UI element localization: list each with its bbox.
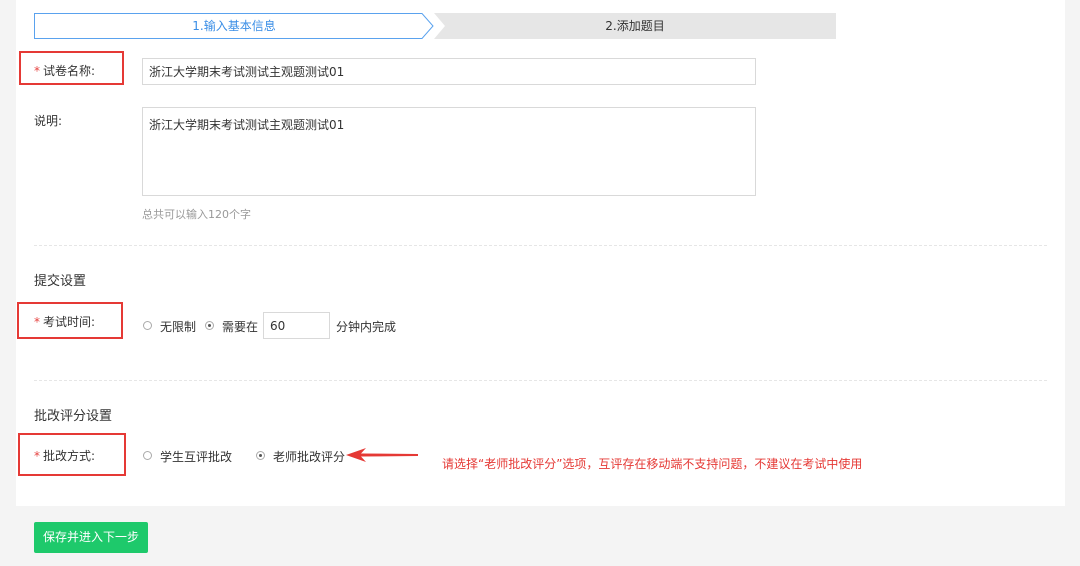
exam-name-label-text: 试卷名称: bbox=[43, 64, 96, 78]
step-add-questions-label: 2.添加题目 bbox=[605, 19, 665, 33]
exam-name-input[interactable] bbox=[142, 58, 756, 85]
teacher-grading-option-label: 老师批改评分 bbox=[273, 450, 346, 464]
description-label: 说明: bbox=[34, 114, 63, 128]
step-add-questions[interactable]: 2.添加题目 bbox=[434, 13, 836, 39]
peer-grading-radio[interactable] bbox=[143, 451, 152, 460]
step-basic-info-label: 1.输入基本信息 bbox=[192, 19, 276, 33]
teacher-grading-radio[interactable] bbox=[256, 451, 265, 460]
divider bbox=[34, 380, 1047, 381]
minutes-input[interactable] bbox=[263, 312, 330, 339]
save-and-next-button[interactable]: 保存并进入下一步 bbox=[34, 522, 148, 553]
exam-time-label-text: 考试时间: bbox=[43, 315, 96, 329]
unlimited-option-label: 无限制 bbox=[160, 320, 197, 334]
required-mark: * bbox=[34, 315, 40, 329]
exam-name-label: * 试卷名称: bbox=[34, 62, 95, 79]
unlimited-radio[interactable] bbox=[143, 321, 152, 330]
description-textarea[interactable]: 浙江大学期末考试测试主观题测试01 bbox=[142, 107, 756, 196]
description-value: 浙江大学期末考试测试主观题测试01 bbox=[149, 118, 345, 132]
divider bbox=[34, 245, 1047, 246]
submit-settings-title: 提交设置 bbox=[34, 274, 87, 289]
grading-method-label: * 批改方式: bbox=[34, 447, 95, 464]
required-mark: * bbox=[34, 64, 40, 78]
required-mark: * bbox=[34, 449, 40, 463]
exam-time-label: * 考试时间: bbox=[34, 313, 95, 330]
annotation-note: 请选择“老师批改评分”选项，互评存在移动端不支持问题，不建议在考试中使用 bbox=[442, 457, 863, 471]
peer-grading-option-label: 学生互评批改 bbox=[160, 450, 233, 464]
annotation-arrow-icon bbox=[346, 448, 418, 462]
description-char-limit-hint: 总共可以输入120个字 bbox=[142, 208, 251, 221]
footer-bar bbox=[16, 506, 1065, 566]
grading-settings-title: 批改评分设置 bbox=[34, 409, 113, 424]
limited-option-prefix: 需要在 bbox=[222, 320, 259, 334]
limited-option-suffix: 分钟内完成 bbox=[336, 320, 397, 334]
grading-method-label-text: 批改方式: bbox=[43, 449, 96, 463]
step-basic-info[interactable]: 1.输入基本信息 bbox=[34, 13, 434, 39]
limited-time-radio[interactable] bbox=[205, 321, 214, 330]
